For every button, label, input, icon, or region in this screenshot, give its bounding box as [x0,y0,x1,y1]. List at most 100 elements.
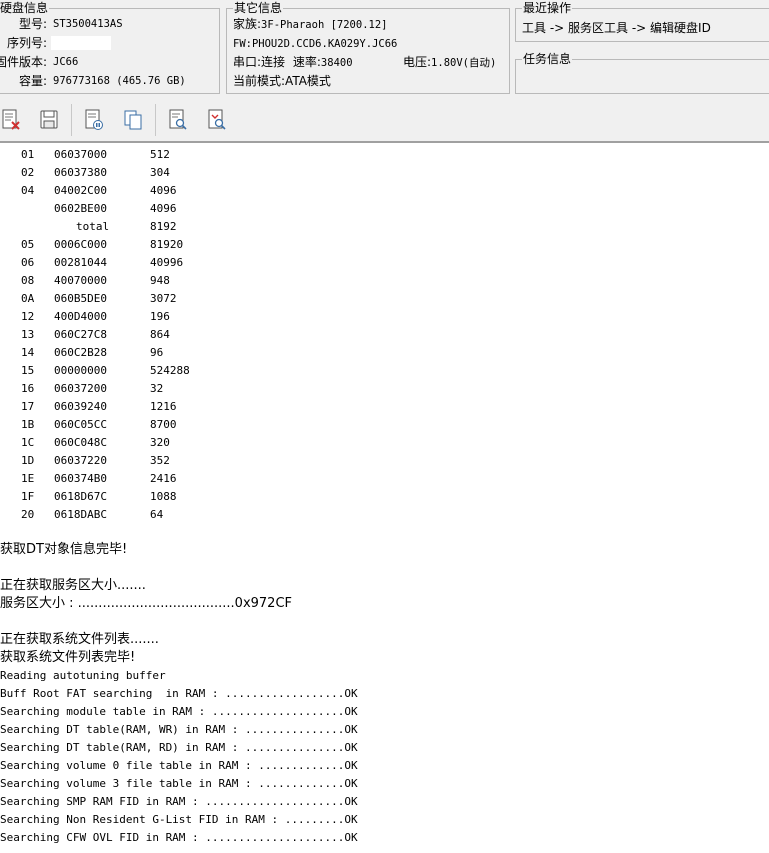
dt-size: 524288 [150,364,190,377]
dt-size: 3072 [150,292,177,305]
log-toolbar [0,98,769,142]
log-line: Searching SMP RAM FID in RAM : .........… [0,795,358,808]
log-line: Searching DT table(RAM, RD) in RAM : ...… [0,741,358,754]
dt-id: 1B [21,418,35,431]
clear-log-button[interactable] [0,108,22,132]
dt-address: 06037220 [54,454,107,467]
dt-id: 20 [21,508,35,521]
serial-value [51,36,111,50]
dt-address: 060B5DE0 [54,292,107,305]
dt-id: 17 [21,400,35,413]
dt-size: 352 [150,454,170,467]
dt-id: 05 [21,238,35,251]
select-all-icon [85,109,103,130]
other-info-group: 其它信息 家族:3F-Pharaoh [7200.12] FW:PHOU2D.C… [226,1,510,94]
disk-info-group: 硬盘信息 型号: ST3500413AS 序列号: 固件版本: JC66 容量:… [0,1,220,94]
dt-id: 1D [21,454,35,467]
dt-size: 864 [150,328,170,341]
copy-icon [124,110,142,130]
dt-size: 320 [150,436,170,449]
dt-size: 196 [150,310,170,323]
dt-id: 16 [21,382,35,395]
log-line: Searching module table in RAM : ........… [0,705,358,718]
dt-address: 0006C000 [54,238,107,251]
capacity-value: 976773168 (465.76 GB) [53,75,186,87]
dt-address: 0618D67C [54,490,107,503]
dt-size: 32 [150,382,164,395]
dt-address: 0618DABC [54,508,107,521]
dt-size: 1088 [150,490,177,503]
dt-size: 96 [150,346,164,359]
voltage-label: 电压: [403,55,432,69]
dt-address: 0602BE00 [54,202,107,215]
firmware-value: JC66 [53,56,79,68]
recent-ops-title: 最近操作 [522,1,573,15]
dt-address: 060C2B28 [54,346,107,359]
model-label: 型号: [19,17,48,31]
baud-label: 速率: [292,55,321,69]
dt-address: 00281044 [54,256,107,269]
dt-id: 06 [21,256,35,269]
log-line: 获取系统文件列表完毕! [0,650,136,665]
dt-address: 04002C00 [54,184,107,197]
log-line: Searching volume 0 file table in RAM : .… [0,759,358,772]
log-line: Searching DT table(RAM, WR) in RAM : ...… [0,723,358,736]
log-output[interactable]: 01 06037000 512 02 06037380 304 04 04002C00 4096… [0,143,769,853]
dt-size: 1216 [150,400,177,413]
dt-size: 8700 [150,418,177,431]
dt-size: 512 [150,148,170,161]
baud-value: 38400 [320,57,353,69]
task-info-group: 任务信息 [515,52,769,94]
port-status: 串口:连接 [233,55,286,69]
family-value: 3F-Pharaoh [7200.12] [261,19,388,31]
dt-id: 08 [21,274,35,287]
save-log-icon [40,110,58,129]
log-line: 正在获取服务区大小....... [0,578,146,593]
dt-address: 060374B0 [54,472,107,485]
find-next-button[interactable] [206,108,228,132]
dt-address: 060C05CC [54,418,107,431]
log-line: Searching Non Resident G-List FID in RAM… [0,813,358,826]
copy-button[interactable] [122,108,144,132]
recent-op-path: 工具 -> 服务区工具 -> 编辑硬盘ID [522,21,711,35]
mode-value: ATA模式 [285,74,331,88]
log-line: Buff Root FAT searching in RAM : .......… [0,687,358,700]
log-line: Searching volume 3 file table in RAM : .… [0,777,358,790]
dt-id: 14 [21,346,35,359]
dt-id: 02 [21,166,35,179]
recent-ops-group: 最近操作 工具 -> 服务区工具 -> 编辑硬盘ID [515,1,769,42]
dt-id: 0A [21,292,35,305]
dt-address: 06037380 [54,166,107,179]
dt-size: 304 [150,166,170,179]
capacity-label: 容量: [19,74,48,88]
toolbar-separator [71,104,72,136]
dt-size: 40996 [150,256,184,269]
dt-size: 64 [150,508,164,521]
disk-info-title: 硬盘信息 [0,1,50,15]
other-info-title: 其它信息 [233,1,284,15]
voltage-value: 1.80V(自动) [431,57,497,69]
dt-size: 81920 [150,238,184,251]
save-log-button[interactable] [38,108,60,132]
serial-label: 序列号: [7,36,48,50]
dt-address: 400D4000 [54,310,107,323]
dt-id: 04 [21,184,35,197]
dt-size: 948 [150,274,170,287]
dt-address: 060C048C [54,436,107,449]
find-next-icon [208,109,226,130]
dt-size: 2416 [150,472,177,485]
find-icon [169,109,187,130]
log-line: Searching CFW OVL FID in RAM : .........… [0,831,358,844]
clear-log-icon [2,109,20,130]
dt-id: 1E [21,472,35,485]
dt-id: 1C [21,436,35,449]
toolbar-separator [155,104,156,136]
log-line: 服务区大小 : ................................… [0,596,293,611]
dt-address: 00000000 [54,364,107,377]
model-value: ST3500413AS [53,18,123,30]
log-line: 正在获取系统文件列表....... [0,632,159,647]
find-button[interactable] [167,108,189,132]
log-line: Reading autotuning buffer [0,669,166,682]
select-all-button[interactable] [83,108,105,132]
firmware-label: 固件版本: [0,55,48,69]
